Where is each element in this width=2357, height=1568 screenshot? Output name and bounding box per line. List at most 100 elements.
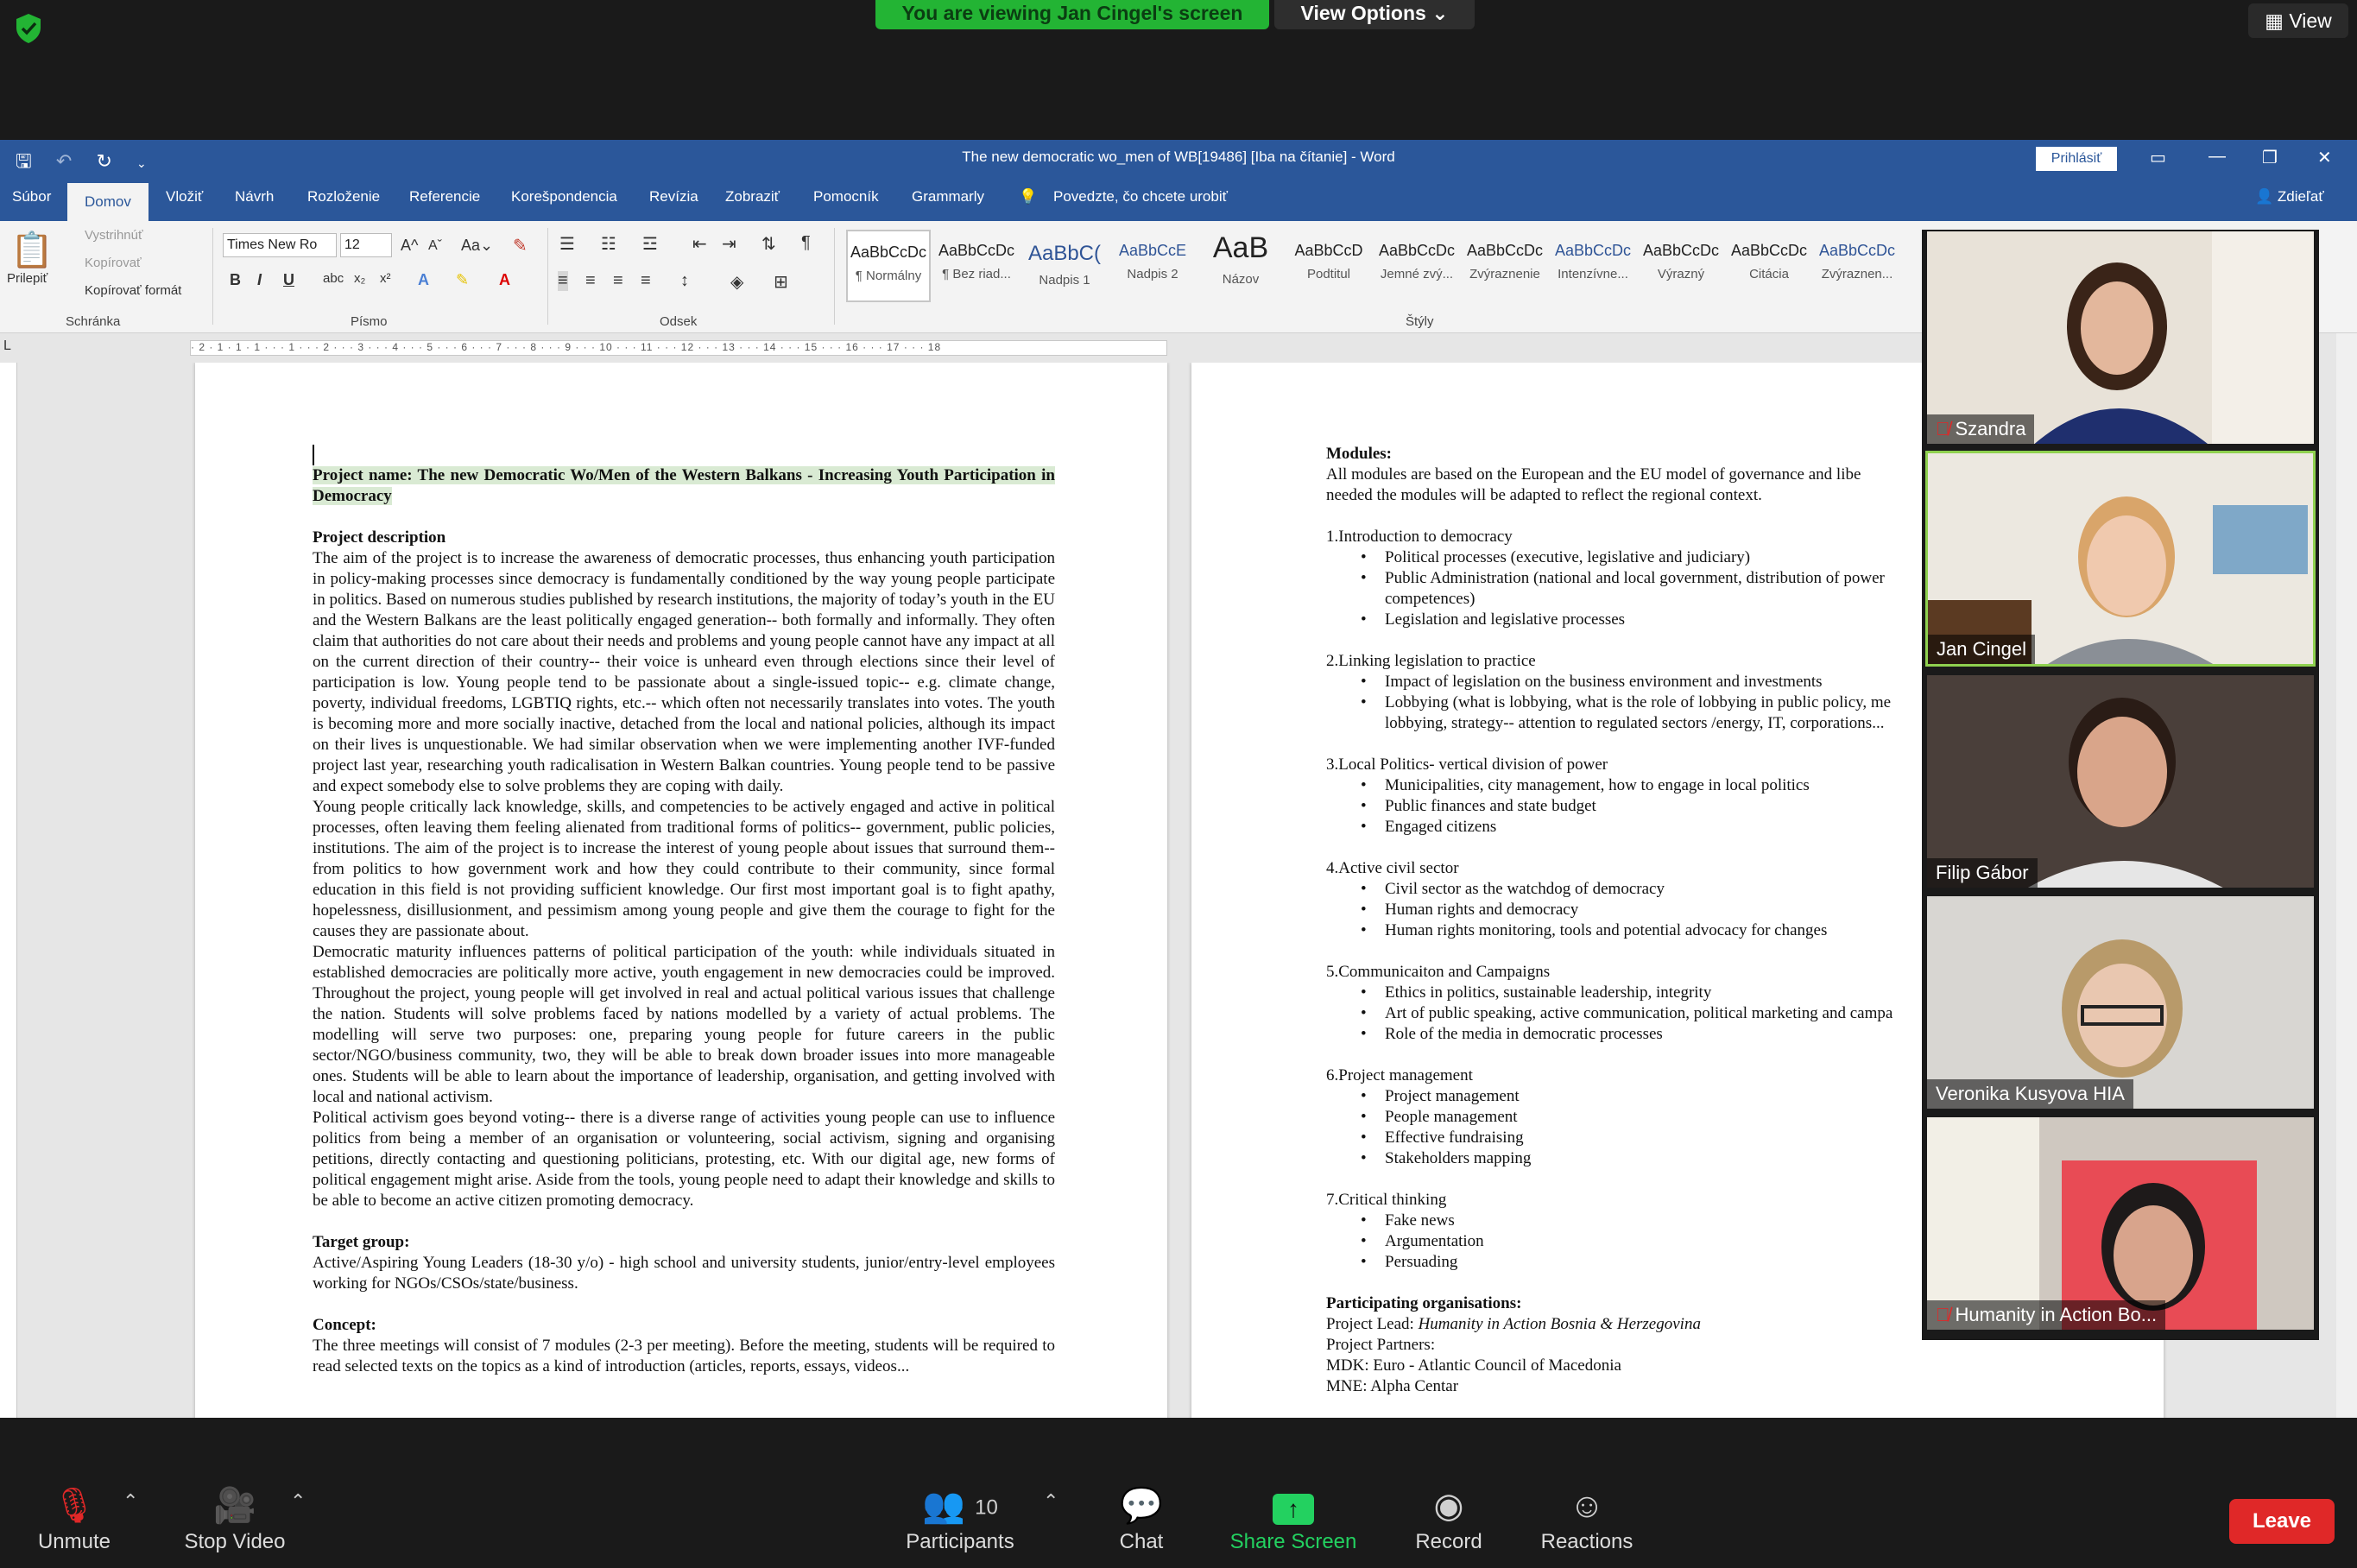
bullets-icon[interactable]: ☰ bbox=[559, 233, 575, 255]
tab-insert[interactable]: Vložiť bbox=[166, 188, 203, 205]
style-name: Zvýraznen... bbox=[1821, 267, 1893, 281]
tab-design[interactable]: Návrh bbox=[235, 188, 274, 205]
record-icon: ◉ bbox=[1433, 1487, 1464, 1525]
divider bbox=[834, 228, 835, 325]
subscript-icon[interactable]: x₂ bbox=[354, 271, 365, 286]
text-effects-icon[interactable]: A bbox=[418, 271, 429, 289]
record-button[interactable]: ◉ Record bbox=[1371, 1482, 1526, 1554]
view-button[interactable]: ▦ View bbox=[2248, 3, 2348, 38]
video-tile-veronika[interactable]: Veronika Kusyova HIA bbox=[1925, 895, 2316, 1110]
ribbon-display-icon[interactable]: ▭ bbox=[2150, 147, 2166, 168]
tab-help[interactable]: Pomocník bbox=[813, 188, 879, 205]
video-tile-humanity-in-action[interactable]: 🎙̸ Humanity in Action Bo... bbox=[1925, 1116, 2316, 1331]
shrink-font-icon[interactable]: Aˇ bbox=[428, 238, 442, 254]
style-tile[interactable]: AaBbCcDc Citácia bbox=[1727, 230, 1811, 302]
style-tile[interactable]: AaB Názov bbox=[1198, 230, 1283, 302]
line-spacing-icon[interactable]: ↕ bbox=[680, 271, 689, 291]
borders-icon[interactable]: ⊞ bbox=[774, 271, 788, 293]
shading-icon[interactable]: ◈ bbox=[730, 271, 743, 293]
chat-button[interactable]: 💬 Chat bbox=[1064, 1482, 1219, 1554]
tab-view[interactable]: Zobraziť bbox=[725, 188, 780, 205]
strikethrough-icon[interactable]: abc bbox=[323, 271, 344, 286]
zoom-top-bar: You are viewing Jan Cingel's screen View… bbox=[0, 0, 2357, 140]
font-color-icon[interactable]: A bbox=[499, 271, 510, 289]
align-center-icon[interactable]: ≡ bbox=[585, 271, 596, 291]
minimize-icon[interactable]: — bbox=[2209, 147, 2226, 167]
page-1[interactable]: Project name: The new Democratic Wo/Men … bbox=[195, 363, 1167, 1418]
style-tile[interactable]: AaBbCcDc Výrazný bbox=[1639, 230, 1723, 302]
tab-mailings[interactable]: Korešpondencia bbox=[511, 188, 617, 205]
copy-button[interactable]: Kopírovať bbox=[85, 256, 142, 270]
view-label: View bbox=[2289, 9, 2332, 32]
tell-me-input[interactable]: Povedzte, čo chcete urobiť bbox=[1053, 188, 1228, 205]
bold-icon[interactable]: B bbox=[230, 271, 241, 289]
paste-button[interactable]: Prilepiť bbox=[7, 271, 47, 286]
share-screen-button[interactable]: ↑ Share Screen bbox=[1216, 1482, 1371, 1554]
zoom-controls-bar: 🎙 Unmute ⌃ 🎥 Stop Video ⌃ 👥 10 Participa… bbox=[0, 1418, 2357, 1568]
style-tile[interactable]: AaBbCcDc Zvýraznenie bbox=[1463, 230, 1547, 302]
stop-video-button[interactable]: 🎥 Stop Video bbox=[157, 1482, 313, 1554]
style-name: Intenzívne... bbox=[1558, 267, 1628, 281]
increase-indent-icon[interactable]: ⇥ bbox=[722, 233, 736, 255]
style-tile[interactable]: AaBbCcDc ¶ Bez riad... bbox=[934, 230, 1019, 302]
numbering-icon[interactable]: ☷ bbox=[601, 233, 616, 255]
align-left-icon[interactable]: ≡ bbox=[558, 271, 568, 291]
tab-selector-icon[interactable]: L bbox=[3, 338, 11, 354]
tab-file[interactable]: Súbor bbox=[12, 188, 51, 205]
change-case-icon[interactable]: Aa⌄ bbox=[461, 237, 493, 255]
style-name: Citácia bbox=[1749, 267, 1789, 281]
style-tile[interactable]: AaBbC(Nadpis 1 bbox=[1022, 230, 1107, 302]
style-name: Nadpis 1 bbox=[1039, 273, 1090, 288]
cut-button[interactable]: Vystrihnúť bbox=[85, 228, 143, 243]
italic-icon[interactable]: I bbox=[257, 271, 262, 289]
align-right-icon[interactable]: ≡ bbox=[613, 271, 623, 291]
sort-icon[interactable]: ⇅ bbox=[761, 233, 776, 255]
restore-icon[interactable]: ❐ bbox=[2262, 147, 2278, 168]
font-size-select[interactable]: 12 bbox=[340, 233, 392, 257]
video-tile-jan-cingel[interactable]: Jan Cingel bbox=[1925, 451, 2316, 667]
style-tile[interactable]: AaBbCcDc Jemné zvý... bbox=[1374, 230, 1459, 302]
grow-font-icon[interactable]: A^ bbox=[401, 237, 418, 255]
style-tile[interactable]: AaBbCcD Podtitul bbox=[1286, 230, 1371, 302]
tab-references[interactable]: Referencie bbox=[409, 188, 480, 205]
superscript-icon[interactable]: x² bbox=[380, 271, 391, 286]
tab-review[interactable]: Revízia bbox=[649, 188, 698, 205]
highlight-icon[interactable]: ✎ bbox=[456, 271, 469, 289]
style-tile[interactable]: AaBbCcDc ¶ Normálny bbox=[846, 230, 931, 302]
format-painter-button[interactable]: Kopírovať formát bbox=[85, 283, 181, 298]
underline-icon[interactable]: U bbox=[283, 271, 294, 289]
justify-icon[interactable]: ≡ bbox=[641, 271, 651, 291]
audio-options-caret[interactable]: ⌃ bbox=[123, 1490, 138, 1513]
tab-home[interactable]: Domov bbox=[67, 183, 148, 221]
login-button[interactable]: Prihlásiť bbox=[2036, 147, 2117, 171]
video-feed bbox=[1927, 675, 2314, 888]
tab-layout[interactable]: Rozloženie bbox=[307, 188, 380, 205]
multilevel-icon[interactable]: ☲ bbox=[642, 233, 658, 255]
style-tile[interactable]: AaBbCcE Nadpis 2 bbox=[1110, 230, 1195, 302]
video-tile-szandra[interactable]: 🎙̸ Szandra bbox=[1925, 230, 2316, 446]
participants-options-caret[interactable]: ⌃ bbox=[1043, 1490, 1058, 1513]
close-icon[interactable]: ✕ bbox=[2317, 147, 2332, 168]
leave-button[interactable]: Leave bbox=[2229, 1499, 2335, 1544]
vertical-scrollbar[interactable] bbox=[2336, 333, 2357, 1418]
styles-group-label: Štýly bbox=[1406, 314, 1434, 329]
clear-format-icon[interactable]: ✎ bbox=[513, 235, 528, 256]
share-button[interactable]: 👤 Zdieľať bbox=[2255, 188, 2324, 205]
video-tile-filip-gabor[interactable]: Filip Gábor bbox=[1925, 673, 2316, 889]
style-tile[interactable]: AaBbCcDc Zvýraznen... bbox=[1815, 230, 1899, 302]
style-name: Jemné zvý... bbox=[1380, 267, 1454, 281]
view-options-button[interactable]: View Options ⌄ bbox=[1274, 0, 1475, 29]
participants-button[interactable]: 👥 10 Participants bbox=[882, 1482, 1038, 1554]
style-tile[interactable]: AaBbCcDc Intenzívne... bbox=[1551, 230, 1635, 302]
participant-name: 🎙̸ Humanity in Action Bo... bbox=[1927, 1300, 2166, 1330]
pilcrow-icon[interactable]: ¶ bbox=[801, 233, 811, 253]
ruler-track[interactable]: · 2 · 1 · 1 · 1 · · · 1 · · · 2 · · · 3 … bbox=[190, 340, 1167, 356]
paste-icon[interactable]: 📋 bbox=[10, 230, 54, 270]
video-options-caret[interactable]: ⌃ bbox=[290, 1490, 306, 1513]
paragraph: Young people critically lack knowledge, … bbox=[313, 797, 1055, 940]
decrease-indent-icon[interactable]: ⇤ bbox=[692, 233, 707, 255]
font-name-select[interactable]: Times New Ro bbox=[223, 233, 337, 257]
reactions-button[interactable]: ☺ Reactions bbox=[1509, 1482, 1665, 1554]
tab-grammarly[interactable]: Grammarly bbox=[912, 188, 984, 205]
shield-icon[interactable] bbox=[14, 12, 43, 45]
